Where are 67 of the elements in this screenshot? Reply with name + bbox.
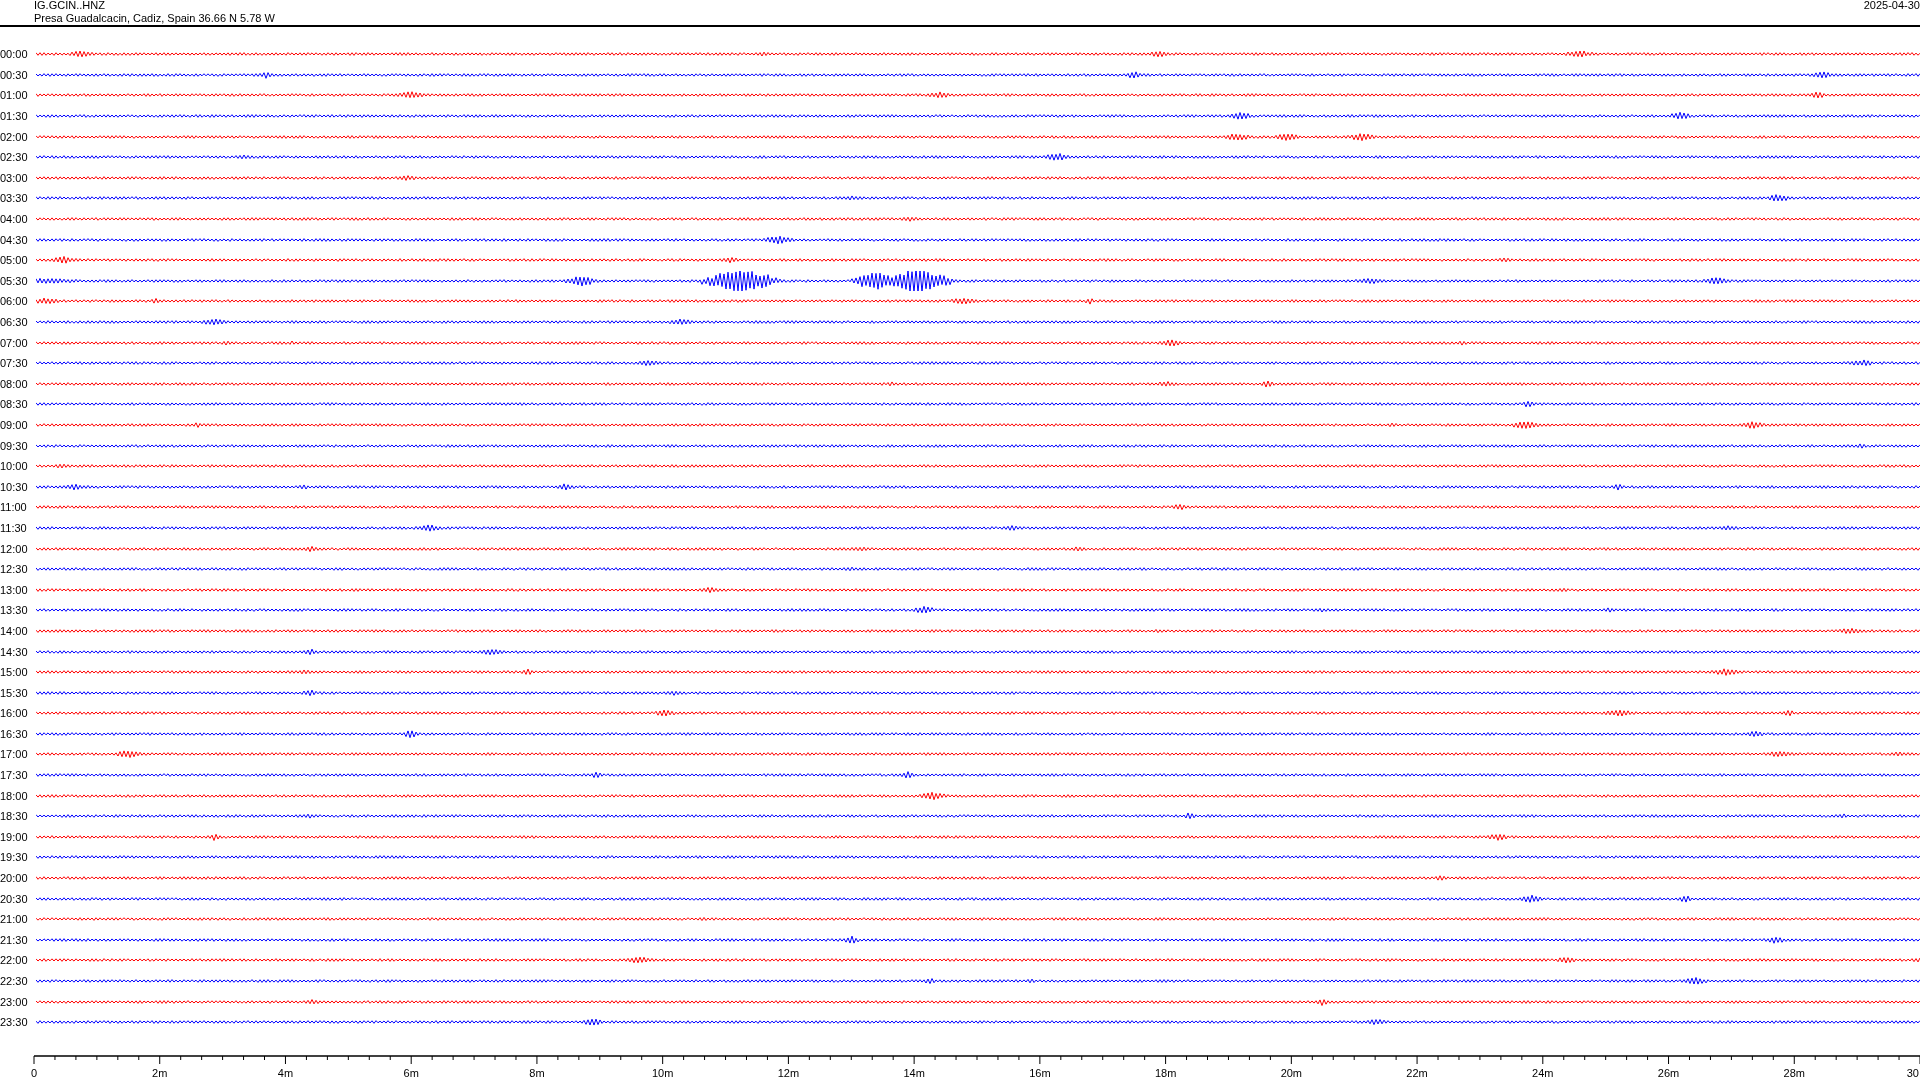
time-label: 03:00 — [0, 171, 29, 184]
time-label: 22:30 — [0, 975, 29, 987]
tick-label: 8m — [529, 1066, 545, 1079]
time-label: 22:00 — [0, 954, 29, 967]
time-label: 10:00 — [0, 460, 29, 473]
time-label: 08:00 — [0, 377, 29, 390]
date-label: 2025-04-30 — [1863, 0, 1920, 13]
time-label: 13:30 — [0, 604, 29, 617]
time-label: 07:00 — [0, 336, 29, 349]
time-label: 00:00 — [0, 48, 29, 61]
time-label: 21:30 — [0, 933, 29, 946]
time-label: 01:00 — [0, 89, 29, 102]
time-label: 10:30 — [0, 480, 29, 493]
tick-label: 16m — [1029, 1066, 1051, 1079]
time-label: 15:30 — [0, 686, 29, 699]
time-label: 05:30 — [0, 274, 29, 287]
time-label: 04:00 — [0, 213, 29, 226]
time-label: 01:30 — [0, 110, 29, 123]
time-label: 12:30 — [0, 563, 29, 576]
time-label: 08:30 — [0, 398, 29, 411]
tick-label: 30 — [1906, 1066, 1919, 1079]
time-label: 14:00 — [0, 624, 29, 637]
time-label: 00:30 — [0, 68, 29, 81]
tick-label: 12m — [777, 1066, 800, 1079]
time-label: 13:00 — [0, 583, 29, 596]
time-label: 11:00 — [0, 501, 28, 514]
tick-label: 24m — [1532, 1066, 1554, 1079]
time-label: 16:30 — [0, 727, 29, 740]
time-label: 14:30 — [0, 645, 29, 658]
time-label: 05:00 — [0, 254, 29, 267]
time-label: 18:00 — [0, 789, 29, 802]
time-label: 23:00 — [0, 995, 29, 1008]
tick-label: 14m — [903, 1066, 925, 1079]
time-label: 09:00 — [0, 419, 29, 431]
tick-label: 26m — [1657, 1066, 1680, 1079]
time-label: 02:00 — [0, 130, 29, 143]
tick-label: 20m — [1280, 1066, 1303, 1079]
station-location: Presa Guadalcacin, Cadiz, Spain 36.66 N 5.78 W — [34, 12, 275, 25]
tick-label: 10m — [651, 1066, 674, 1079]
time-label: 03:30 — [0, 192, 29, 205]
time-label: 11:30 — [0, 521, 28, 534]
time-label: 20:30 — [0, 892, 29, 905]
time-label: 18:30 — [0, 810, 29, 823]
time-label: 06:30 — [0, 316, 29, 328]
time-label: 17:30 — [0, 769, 29, 782]
tick-label: 18m — [1154, 1066, 1177, 1079]
time-label: 06:00 — [0, 295, 29, 308]
time-label: 19:30 — [0, 851, 29, 864]
time-label: 15:00 — [0, 666, 29, 679]
tick-label: 0 — [30, 1066, 38, 1079]
tick-label: 28m — [1783, 1066, 1805, 1079]
time-label: 09:30 — [0, 439, 29, 452]
time-label: 21:00 — [0, 913, 29, 926]
time-label: 02:30 — [0, 151, 29, 164]
time-label: 07:30 — [0, 357, 29, 370]
tick-label: 22m — [1406, 1066, 1428, 1079]
tick-label: 2m — [152, 1066, 168, 1079]
time-label: 12:00 — [0, 542, 29, 555]
tick-label: 6m — [403, 1066, 419, 1079]
time-label: 19:00 — [0, 830, 29, 843]
time-label: 20:00 — [0, 872, 29, 885]
time-label: 16:00 — [0, 707, 29, 720]
station-code: IG.GCIN..HNZ — [34, 0, 106, 12]
tick-label: 4m — [277, 1066, 294, 1079]
time-label: 17:00 — [0, 748, 29, 761]
time-label: 04:30 — [0, 233, 29, 246]
time-label: 23:30 — [0, 1016, 29, 1029]
